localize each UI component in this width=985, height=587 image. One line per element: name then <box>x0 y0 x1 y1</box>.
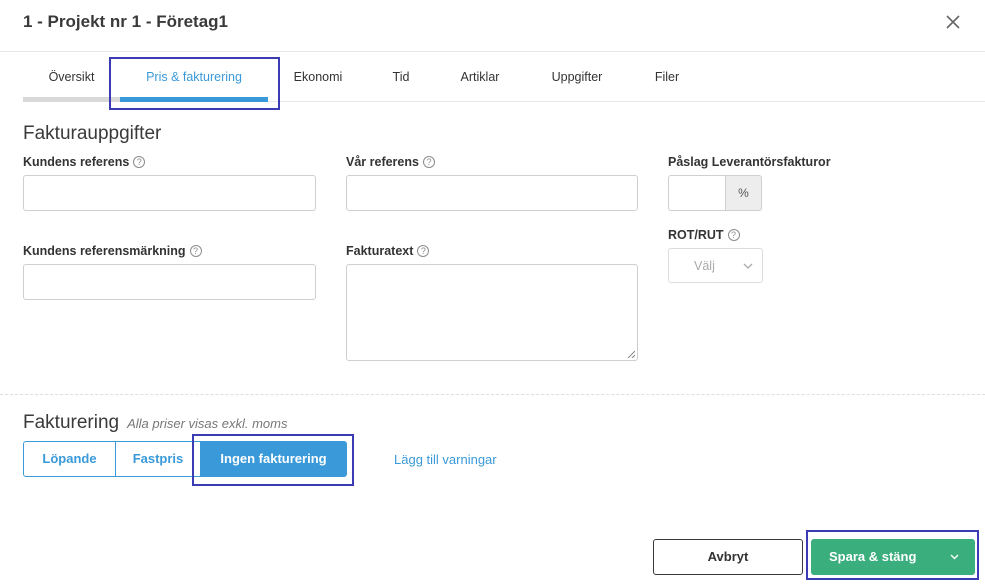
label-text: ROT/RUT <box>668 228 724 242</box>
section-title-billing: Fakturering <box>23 412 120 433</box>
supplier-markup-input[interactable] <box>668 175 726 211</box>
label-text: Kundens referensmärkning <box>23 244 186 258</box>
label-text: Fakturatext <box>346 244 414 258</box>
billing-option-ingen-fakturering[interactable]: Ingen fakturering <box>201 441 347 477</box>
chevron-down-icon <box>743 263 753 269</box>
customer-reference-marking-input[interactable] <box>23 264 316 300</box>
tab-uppgifter[interactable]: Uppgifter <box>544 52 610 102</box>
rot-rut-select[interactable]: Välj <box>668 248 763 283</box>
invoice-text-label: Fakturatext ? <box>346 244 430 258</box>
tab-indicator <box>120 97 268 102</box>
label-text: Kundens referens <box>23 155 130 169</box>
billing-heading: Fakturering Alla priser visas exkl. moms <box>23 412 287 434</box>
section-title-invoice-details: Fakturauppgifter <box>23 123 162 144</box>
tab-pris-fakturering[interactable]: Pris & fakturering <box>120 52 268 102</box>
supplier-markup-label: Påslag Leverantörsfakturor <box>668 155 831 169</box>
tab-label: Översikt <box>48 70 95 84</box>
tab-label: Ekonomi <box>293 70 343 84</box>
customer-reference-marking-label: Kundens referensmärkning ? <box>23 244 202 258</box>
billing-type-toggle: Löpande Fastpris Ingen fakturering <box>23 441 347 477</box>
our-reference-label: Vår referens ? <box>346 155 435 169</box>
tab-label: Tid <box>392 70 410 84</box>
tab-oversikt[interactable]: Översikt <box>23 52 120 102</box>
close-button[interactable] <box>943 12 963 32</box>
billing-option-lopande[interactable]: Löpande <box>23 441 116 477</box>
help-circle-icon[interactable]: ? <box>727 229 740 241</box>
help-circle-icon[interactable]: ? <box>422 156 435 168</box>
help-circle-icon[interactable]: ? <box>189 245 202 257</box>
add-warnings-link[interactable]: Lägg till varningar <box>394 452 497 467</box>
tab-tid[interactable]: Tid <box>383 52 419 102</box>
tab-label: Filer <box>654 70 680 84</box>
save-button-label: Spara & stäng <box>829 549 917 564</box>
chevron-down-icon[interactable] <box>950 552 959 561</box>
tab-indicator <box>23 97 120 102</box>
percent-addon: % <box>726 175 762 211</box>
tab-ekonomi[interactable]: Ekonomi <box>285 52 351 102</box>
tab-label: Artiklar <box>460 70 500 84</box>
customer-reference-input[interactable] <box>23 175 316 211</box>
close-icon <box>946 15 960 29</box>
help-circle-icon[interactable]: ? <box>133 156 146 168</box>
rot-rut-label: ROT/RUT ? <box>668 228 740 242</box>
label-text: Påslag Leverantörsfakturor <box>668 155 831 169</box>
tab-bar: Översikt Pris & fakturering Ekonomi Tid … <box>23 52 985 102</box>
price-note: Alla priser visas exkl. moms <box>127 416 288 431</box>
resize-grip-icon[interactable] <box>627 350 635 358</box>
customer-reference-label: Kundens referens ? <box>23 155 146 169</box>
label-text: Vår referens <box>346 155 419 169</box>
modal-title: 1 - Projekt nr 1 - Företag1 <box>23 12 228 31</box>
cancel-button[interactable]: Avbryt <box>653 539 803 575</box>
billing-option-fastpris[interactable]: Fastpris <box>116 441 201 477</box>
tab-label: Uppgifter <box>551 70 603 84</box>
modal-header: 1 - Projekt nr 1 - Företag1 <box>0 0 985 52</box>
section-divider <box>0 394 985 395</box>
tab-artiklar[interactable]: Artiklar <box>453 52 507 102</box>
select-value: Välj <box>694 259 715 273</box>
invoice-text-textarea[interactable] <box>346 264 638 361</box>
tab-label: Pris & fakturering <box>146 70 242 84</box>
tab-filer[interactable]: Filer <box>647 52 687 102</box>
our-reference-input[interactable] <box>346 175 638 211</box>
save-and-close-button[interactable]: Spara & stäng <box>811 539 975 575</box>
help-circle-icon[interactable]: ? <box>417 245 430 257</box>
